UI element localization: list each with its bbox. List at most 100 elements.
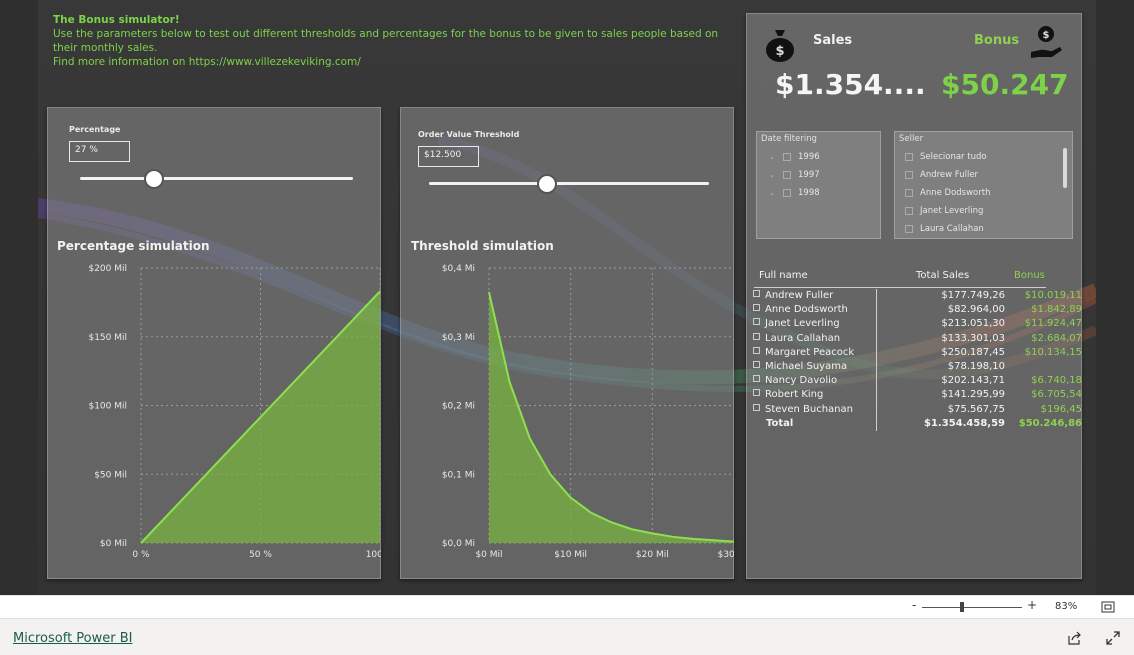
footer: Microsoft Power BI: [0, 618, 1134, 655]
threshold-slider-label: Order Value Threshold: [418, 130, 520, 139]
expand-row-icon[interactable]: [753, 346, 760, 354]
cell-bonus: $6.705,54: [1031, 389, 1082, 401]
name-cell: Michael Suyama: [753, 361, 847, 372]
cell-full-name: Total: [766, 417, 794, 429]
table-row[interactable]: Janet Leverling $213.051,30 $11.924,47: [748, 318, 1082, 332]
hand-coin-icon: $: [1031, 26, 1062, 58]
cell-total-sales: $82.964,00: [947, 304, 1005, 316]
table-total-row[interactable]: Total $1.354.458,59 $50.246,86: [748, 418, 1082, 432]
y-tick-label: $150 Mil: [88, 333, 127, 343]
zoom-level: 83%: [1055, 601, 1078, 612]
percentage-chart-title: Percentage simulation: [57, 239, 210, 253]
table-row[interactable]: Margaret Peacock $250.187,45 $10.134,15: [748, 346, 1082, 361]
header-bonus[interactable]: Bonus: [1014, 270, 1045, 288]
expand-row-icon[interactable]: [753, 375, 760, 383]
table-row[interactable]: Steven Buchanan $75.567,75 $196,45: [748, 403, 1082, 418]
seller-slicer-item[interactable]: Andrew Fuller: [905, 170, 978, 180]
percentage-slider-track[interactable]: [80, 177, 353, 180]
x-tick-label: $30 Mil: [718, 550, 734, 560]
y-tick-label: $0,0 Mi: [442, 539, 475, 549]
date-slicer: Date filtering ⌄ 1996 ⌄ 1997 ⌄ 1998: [756, 131, 881, 239]
seller-slicer: Seller Selecionar tudo Andrew Fuller Ann…: [894, 131, 1073, 239]
expand-row-icon[interactable]: [753, 361, 760, 368]
expand-row-icon[interactable]: [753, 290, 760, 297]
x-tick-label: 0 %: [132, 550, 150, 560]
expand-row-icon[interactable]: [753, 318, 760, 326]
x-tick-label: $10 Mil: [554, 550, 587, 560]
y-tick-label: $0,2 Mi: [442, 402, 475, 412]
checkbox-icon[interactable]: [905, 225, 913, 233]
table-row[interactable]: Andrew Fuller $177.749,26 $10.019,11: [748, 290, 1082, 304]
seller-slicer-item[interactable]: Selecionar tudo: [905, 152, 987, 162]
bonus-label: Bonus: [974, 33, 1020, 48]
zoom-in-button[interactable]: +: [1027, 598, 1037, 612]
expand-icon[interactable]: ⌄: [769, 153, 779, 161]
table-row[interactable]: Laura Callahan $133.301,03 $2.684,07: [748, 332, 1082, 347]
name-cell: Margaret Peacock: [753, 346, 854, 358]
checkbox-icon[interactable]: [783, 189, 791, 197]
cell-total-sales: $75.567,75: [947, 403, 1005, 415]
seller-slicer-item[interactable]: Janet Leverling: [905, 206, 983, 216]
name-cell: Andrew Fuller: [753, 290, 833, 301]
power-bi-link[interactable]: Microsoft Power BI: [13, 631, 132, 646]
share-icon[interactable]: [1067, 631, 1082, 645]
percentage-input[interactable]: 27 %: [69, 141, 130, 162]
name-cell: Janet Leverling: [753, 318, 840, 329]
area-fill[interactable]: [489, 292, 734, 543]
fullscreen-icon[interactable]: [1106, 631, 1120, 645]
cell-total-sales: $250.187,45: [941, 346, 1005, 358]
threshold-chart-title: Threshold simulation: [411, 239, 554, 253]
checkbox-icon[interactable]: [905, 153, 913, 161]
cell-total-sales: $202.143,71: [941, 375, 1005, 387]
cell-full-name: Anne Dodsworth: [765, 304, 848, 316]
date-slicer-item[interactable]: ⌄ 1997: [769, 170, 820, 180]
seller-slicer-item[interactable]: Laura Callahan: [905, 224, 984, 234]
expand-row-icon[interactable]: [753, 389, 760, 397]
date-slicer-item[interactable]: ⌄ 1996: [769, 152, 820, 162]
cell-full-name: Robert King: [765, 389, 824, 401]
zoom-slider-thumb[interactable]: [960, 602, 964, 612]
expand-row-icon[interactable]: [753, 332, 760, 340]
checkbox-icon[interactable]: [783, 171, 791, 179]
date-slicer-item[interactable]: ⌄ 1998: [769, 188, 820, 198]
fit-to-page-icon[interactable]: [1101, 601, 1115, 613]
cell-total-sales: $133.301,03: [941, 332, 1005, 344]
intro-description: Use the parameters below to test out dif…: [53, 28, 719, 54]
report-frame: The Bonus simulator! Use the parameters …: [0, 0, 1134, 595]
threshold-input[interactable]: $12.500: [418, 146, 479, 167]
table-row[interactable]: Anne Dodsworth $82.964,00 $1.842,89: [748, 304, 1082, 318]
threshold-slider-thumb[interactable]: [536, 174, 557, 194]
threshold-slider-track[interactable]: [429, 182, 709, 185]
checkbox-icon[interactable]: [905, 207, 913, 215]
expand-row-icon[interactable]: [753, 304, 760, 312]
expand-row-icon[interactable]: [753, 403, 760, 411]
seller-slicer-scrollbar[interactable]: [1063, 148, 1067, 188]
cell-bonus: $10.019,11: [1024, 290, 1082, 301]
seller-slicer-item[interactable]: Anne Dodsworth: [905, 188, 990, 198]
header-total-sales[interactable]: Total Sales: [916, 270, 969, 288]
y-tick-label: $0,3 Mi: [442, 333, 475, 343]
header-full-name[interactable]: Full name: [759, 270, 808, 288]
intro-link[interactable]: Find more information on https://www.vil…: [53, 56, 361, 68]
x-tick-label: 100 %: [366, 550, 381, 560]
table-row[interactable]: Nancy Davolio $202.143,71 $6.740,18: [748, 375, 1082, 389]
checkbox-icon[interactable]: [905, 171, 913, 179]
sales-label: Sales: [813, 33, 853, 48]
cell-full-name: Nancy Davolio: [765, 375, 838, 387]
sales-value: $1.354....: [775, 68, 926, 101]
table-row[interactable]: Michael Suyama $78.198,10: [748, 361, 1048, 375]
name-cell: Total: [766, 418, 793, 429]
name-cell: Robert King: [753, 389, 823, 400]
checkbox-icon[interactable]: [905, 189, 913, 197]
zoom-out-button[interactable]: -: [912, 598, 916, 612]
name-cell: Nancy Davolio: [753, 375, 837, 386]
table-row[interactable]: Robert King $141.295,99 $6.705,54: [748, 389, 1082, 403]
name-cell: Anne Dodsworth: [753, 304, 848, 315]
expand-icon[interactable]: ⌄: [769, 171, 779, 179]
cell-bonus: $50.246,86: [1018, 417, 1082, 429]
name-cell: Steven Buchanan: [753, 403, 853, 415]
checkbox-icon[interactable]: [783, 153, 791, 161]
zoom-slider-track[interactable]: [922, 607, 1022, 608]
expand-icon[interactable]: ⌄: [769, 189, 779, 197]
percentage-slider-thumb[interactable]: [143, 169, 164, 189]
